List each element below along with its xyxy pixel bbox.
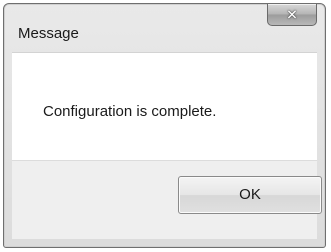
- ok-button[interactable]: OK: [178, 176, 322, 214]
- dialog-title: Message: [18, 25, 79, 42]
- close-button[interactable]: ✕: [267, 4, 317, 26]
- message-area: Configuration is complete.: [12, 52, 317, 160]
- message-dialog: Message ✕ Configuration is complete. OK: [3, 3, 326, 248]
- message-text: Configuration is complete.: [43, 103, 217, 120]
- title-bar[interactable]: Message ✕: [4, 4, 325, 46]
- close-icon: ✕: [286, 5, 298, 22]
- button-bar: OK: [12, 160, 322, 239]
